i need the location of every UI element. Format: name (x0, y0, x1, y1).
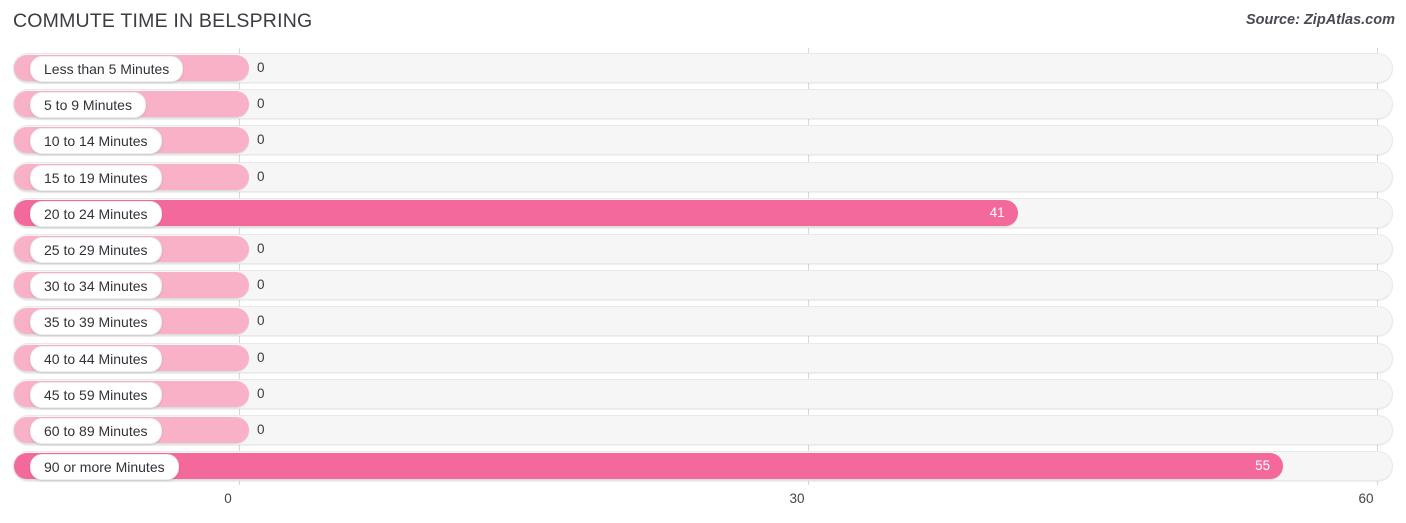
bar-value-label: 0 (257, 422, 265, 437)
x-axis: 0 30 60 (0, 487, 1406, 523)
bar-row[interactable]: 41 20 to 24 Minutes (13, 197, 1393, 228)
bar[interactable] (14, 199, 1018, 226)
bar-row[interactable]: 0 Less than 5 Minutes (13, 53, 1393, 83)
category-label: 35 to 39 Minutes (30, 309, 162, 336)
page-title: COMMUTE TIME IN BELSPRING (13, 10, 313, 32)
bar-row[interactable]: 0 40 to 44 Minutes (13, 342, 1393, 373)
bar-row[interactable]: 0 35 to 39 Minutes (13, 306, 1393, 337)
chart-plot-area: 0 Less than 5 Minutes 0 5 to 9 Minutes 0 10 t… (0, 48, 1406, 485)
x-axis-tick-label: 30 (789, 491, 805, 506)
category-label: 60 to 89 Minutes (30, 418, 162, 444)
bar-value-label: 0 (257, 60, 265, 75)
bar-value-label: 0 (257, 168, 265, 184)
bar-row[interactable]: 0 25 to 29 Minutes (13, 234, 1393, 264)
bar-row[interactable]: 0 60 to 89 Minutes (13, 415, 1393, 445)
bar-row[interactable]: 55 90 or more Minutes (13, 451, 1393, 482)
bar-row[interactable]: 0 45 to 59 Minutes (13, 378, 1393, 409)
category-label: 45 to 59 Minutes (30, 381, 162, 408)
category-label: 10 to 14 Minutes (30, 128, 162, 155)
category-label: 30 to 34 Minutes (30, 273, 162, 300)
bar-value-label: 0 (257, 132, 265, 148)
x-axis-tick-label: 60 (1358, 491, 1374, 506)
category-label: 5 to 9 Minutes (30, 92, 146, 119)
bar-value-label: 41 (989, 204, 1005, 220)
bar-value-label: 55 (1255, 458, 1271, 474)
bar-row[interactable]: 0 5 to 9 Minutes (13, 89, 1393, 120)
bar-row[interactable]: 0 10 to 14 Minutes (13, 125, 1393, 156)
bar-row[interactable]: 0 15 to 19 Minutes (13, 161, 1393, 192)
bar-row[interactable]: 0 30 to 34 Minutes (13, 270, 1393, 301)
chart-header: COMMUTE TIME IN BELSPRING Source: ZipAtl… (0, 0, 1406, 46)
category-label: 25 to 29 Minutes (30, 237, 162, 263)
bar-value-label: 0 (257, 349, 265, 365)
category-label: 15 to 19 Minutes (30, 164, 162, 191)
bar-value-label: 0 (257, 385, 265, 401)
source-attribution: Source: ZipAtlas.com (1245, 12, 1395, 28)
category-label: 20 to 24 Minutes (30, 200, 162, 227)
bar-value-label: 0 (257, 277, 265, 293)
category-label: 40 to 44 Minutes (30, 345, 162, 372)
bar[interactable] (14, 453, 1284, 480)
category-label: Less than 5 Minutes (30, 56, 184, 82)
bar-value-label: 0 (257, 313, 265, 329)
bar-value-label: 0 (257, 241, 265, 256)
x-axis-tick-label: 0 (224, 491, 232, 506)
category-label: 90 or more Minutes (30, 454, 179, 481)
bar-value-label: 0 (257, 96, 265, 112)
